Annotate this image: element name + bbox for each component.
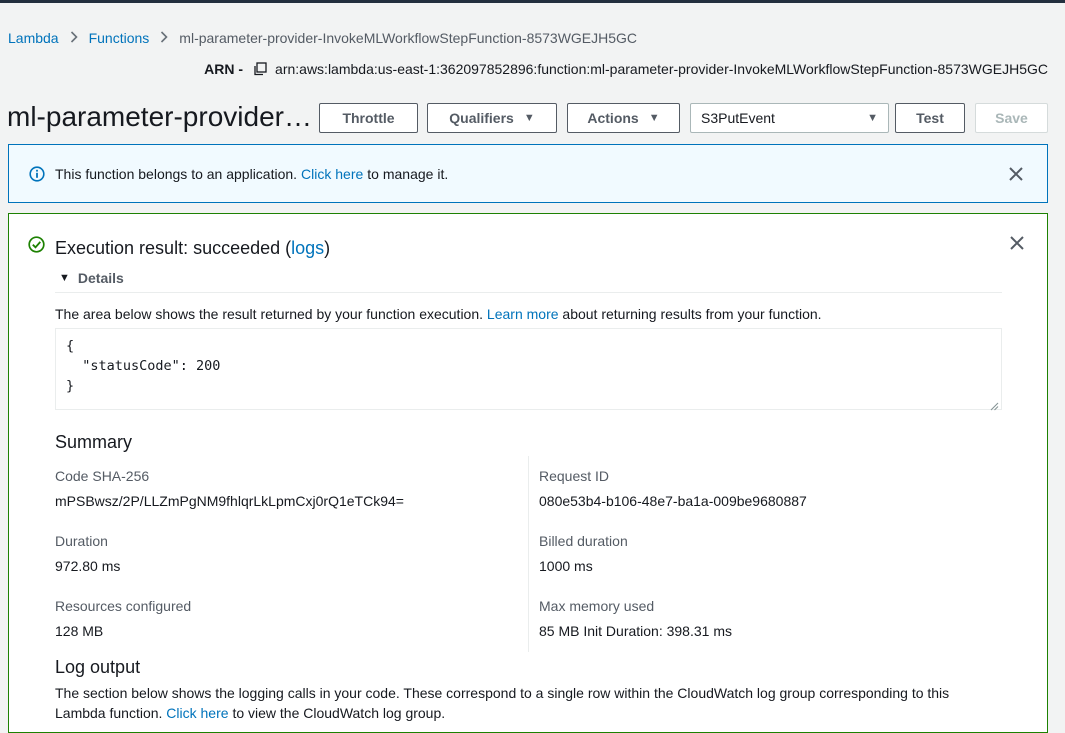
request-id-label: Request ID <box>539 468 610 484</box>
max-memory-label: Max memory used <box>539 598 655 614</box>
close-icon[interactable] <box>1009 166 1023 181</box>
billed-duration-label: Billed duration <box>539 533 628 549</box>
execution-result-heading: Execution result: succeeded (logs) <box>55 238 330 259</box>
resize-handle-icon[interactable] <box>990 398 1045 730</box>
caret-down-icon: ▼ <box>523 112 535 124</box>
qualifiers-label: Qualifiers <box>449 110 514 126</box>
max-memory-value: 85 MB Init Duration: 398.31 ms <box>539 623 732 639</box>
actions-label: Actions <box>587 110 639 126</box>
breadcrumb: Lambda Functions ml-parameter-provider-I… <box>8 30 637 46</box>
description-before: The area below shows the result returned… <box>55 306 484 322</box>
success-check-icon <box>28 236 45 253</box>
result-output[interactable]: { "statusCode": 200 } <box>55 328 1002 410</box>
close-icon[interactable] <box>1010 236 1024 250</box>
log-text-after: to view the CloudWatch log group. <box>232 705 446 721</box>
throttle-button[interactable]: Throttle <box>319 103 418 133</box>
details-label: Details <box>77 270 124 286</box>
qualifiers-dropdown[interactable]: Qualifiers ▼ <box>427 103 557 133</box>
arn-row: ARN - arn:aws:lambda:us-east-1:362097852… <box>204 61 1048 77</box>
result-title-suffix: ) <box>324 238 331 258</box>
result-description: The area below shows the result returned… <box>55 306 822 322</box>
throttle-label: Throttle <box>342 110 395 126</box>
save-label: Save <box>995 110 1028 126</box>
info-text-before: This function belongs to an application. <box>55 165 298 182</box>
application-info-banner: This function belongs to an application.… <box>8 144 1048 203</box>
copy-icon[interactable] <box>253 62 267 76</box>
test-label: Test <box>916 110 944 126</box>
code-sha-value: mPSBwsz/2P/LLZmPgNM9fhlqrLkLpmCxj0rQ1eTC… <box>55 493 404 509</box>
caret-down-icon: ▼ <box>648 112 660 124</box>
request-id-value: 080e53b4-b106-48e7-ba1a-009be9680887 <box>539 493 807 509</box>
log-output-description: The section below shows the logging call… <box>55 683 995 723</box>
resources-label: Resources configured <box>55 598 192 614</box>
info-icon <box>29 165 45 182</box>
log-output-heading: Log output <box>55 657 141 677</box>
info-text-after: to manage it. <box>367 165 449 182</box>
column-divider <box>528 456 529 652</box>
actions-dropdown[interactable]: Actions ▼ <box>567 103 680 133</box>
caret-down-icon: ▼ <box>59 272 70 284</box>
cloudwatch-link[interactable]: Click here <box>166 705 228 721</box>
manage-application-link[interactable]: Click here <box>301 166 363 182</box>
execution-result-panel: Execution result: succeeded (logs) ▼ Det… <box>8 213 1048 733</box>
test-event-select[interactable]: S3PutEvent ▼ <box>690 103 889 133</box>
breadcrumb-current: ml-parameter-provider-InvokeMLWorkflowSt… <box>179 30 638 46</box>
arn-label: ARN - <box>204 61 244 77</box>
caret-down-icon: ▼ <box>867 112 878 124</box>
resources-value: 128 MB <box>55 623 104 639</box>
save-button[interactable]: Save <box>975 103 1048 133</box>
breadcrumb-functions[interactable]: Functions <box>89 30 150 46</box>
chevron-right-icon <box>70 30 78 46</box>
divider <box>55 292 1002 293</box>
top-border <box>0 0 1065 3</box>
code-sha-label: Code SHA-256 <box>55 468 150 484</box>
duration-label: Duration <box>55 533 108 549</box>
description-after: about returning results from your functi… <box>562 306 822 322</box>
arn-value: arn:aws:lambda:us-east-1:362097852896:fu… <box>275 61 1048 77</box>
details-toggle[interactable]: ▼ Details <box>59 270 124 286</box>
breadcrumb-lambda[interactable]: Lambda <box>8 30 59 46</box>
test-event-value: S3PutEvent <box>701 110 775 126</box>
billed-duration-value: 1000 ms <box>539 558 593 574</box>
chevron-right-icon <box>160 30 168 46</box>
learn-more-link[interactable]: Learn more <box>487 306 559 322</box>
test-button[interactable]: Test <box>895 103 965 133</box>
result-title-prefix: Execution result: succeeded ( <box>55 238 292 258</box>
logs-link[interactable]: logs <box>291 238 324 258</box>
summary-heading: Summary <box>55 432 133 452</box>
duration-value: 972.80 ms <box>55 558 121 574</box>
page-title: ml-parameter-provider-InvokeMLWorkflowSt… <box>7 101 319 132</box>
